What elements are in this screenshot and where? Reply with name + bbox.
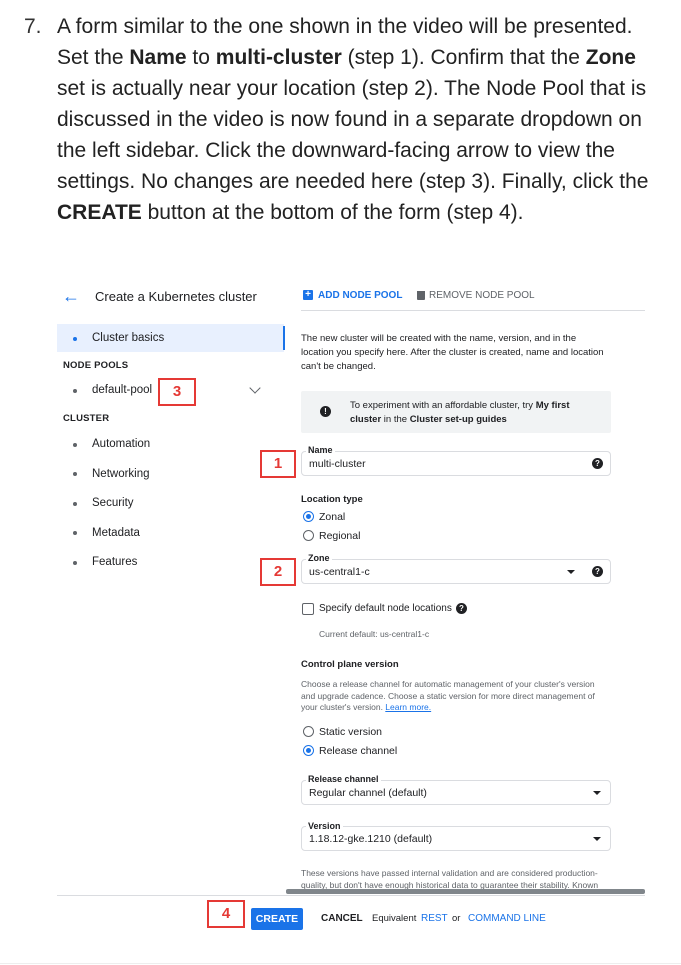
page-bottom-rule bbox=[0, 963, 681, 964]
release-channel-radio-label: Release channel bbox=[319, 745, 398, 757]
equivalent-label: Equivalent bbox=[372, 913, 417, 924]
cancel-button[interactable]: CANCEL bbox=[321, 913, 363, 924]
static-version-radio[interactable] bbox=[303, 726, 314, 737]
description-line: These versions have passed internal vali… bbox=[301, 868, 598, 878]
sidebar-item-default-pool[interactable]: default-pool bbox=[92, 384, 152, 396]
version-label: Version bbox=[306, 821, 343, 831]
step-3-callout: 3 bbox=[158, 378, 196, 406]
instruction-emphasis: Zone bbox=[585, 46, 636, 69]
info-text-part: To experiment with an affordable cluster… bbox=[350, 400, 536, 411]
bullet-icon bbox=[73, 561, 77, 565]
intro-line: location you specify here. After the clu… bbox=[301, 347, 604, 358]
trash-icon bbox=[417, 291, 425, 300]
step-number: 7. bbox=[24, 15, 42, 38]
dropdown-caret-icon[interactable] bbox=[593, 791, 601, 795]
location-type-label: Location type bbox=[301, 494, 363, 505]
gke-create-cluster-screenshot: ← Create a Kubernetes cluster + ADD NODE… bbox=[57, 282, 645, 942]
regional-radio[interactable] bbox=[303, 530, 314, 541]
page-title: Create a Kubernetes cluster bbox=[95, 289, 257, 304]
plus-box-icon: + bbox=[303, 290, 313, 300]
info-text-part: in the bbox=[381, 414, 410, 425]
bullet-icon bbox=[73, 389, 77, 393]
release-channel-radio[interactable] bbox=[303, 745, 314, 756]
info-text: To experiment with an affordable cluster… bbox=[350, 399, 570, 427]
info-icon: ! bbox=[320, 406, 331, 417]
step-4-callout: 4 bbox=[207, 900, 245, 928]
help-icon[interactable]: ? bbox=[592, 458, 603, 469]
control-plane-version-heading: Control plane version bbox=[301, 659, 399, 670]
dropdown-caret-icon[interactable] bbox=[567, 570, 575, 574]
instruction-text: (step 1). Confirm that the bbox=[341, 46, 586, 69]
instruction-emphasis: Name bbox=[129, 46, 187, 69]
zonal-radio[interactable] bbox=[303, 511, 314, 522]
bullet-icon bbox=[73, 502, 77, 506]
description-line: your cluster's version. bbox=[301, 702, 386, 712]
my-first-cluster-link[interactable]: My first bbox=[536, 400, 570, 411]
intro-line: can't be changed. bbox=[301, 361, 376, 372]
zone-label: Zone bbox=[306, 553, 332, 563]
header-divider bbox=[301, 310, 645, 311]
bullet-icon bbox=[73, 531, 77, 535]
command-line-link[interactable]: COMMAND LINE bbox=[468, 913, 546, 924]
version-value[interactable]: 1.18.12-gke.1210 (default) bbox=[309, 833, 432, 845]
intro-line: The new cluster will be created with the… bbox=[301, 333, 577, 344]
instruction-paragraph: A form similar to the one shown in the v… bbox=[57, 11, 657, 228]
step-2-callout: 2 bbox=[260, 558, 296, 586]
sidebar-item-metadata[interactable]: Metadata bbox=[92, 527, 140, 539]
help-icon[interactable]: ? bbox=[592, 566, 603, 577]
horizontal-scrollbar[interactable] bbox=[286, 889, 645, 894]
rest-link[interactable]: REST bbox=[421, 913, 448, 924]
active-indicator bbox=[283, 326, 285, 350]
create-button[interactable]: CREATE bbox=[251, 908, 303, 930]
name-input[interactable]: multi-cluster bbox=[309, 458, 366, 470]
step-1-callout: 1 bbox=[260, 450, 296, 478]
control-plane-description: Choose a release channel for automatic m… bbox=[301, 679, 595, 714]
learn-more-link[interactable]: Learn more. bbox=[385, 702, 431, 712]
instruction-emphasis: multi-cluster bbox=[215, 46, 342, 69]
specify-default-node-locations-checkbox[interactable] bbox=[302, 603, 314, 615]
back-arrow-icon[interactable]: ← bbox=[62, 286, 80, 307]
sidebar-item-features[interactable]: Features bbox=[92, 556, 137, 568]
sidebar-item-security[interactable]: Security bbox=[92, 497, 134, 509]
instruction-text: to bbox=[186, 46, 216, 69]
release-channel-label: Release channel bbox=[306, 774, 381, 784]
regional-label: Regional bbox=[319, 530, 361, 542]
bullet-icon bbox=[73, 337, 77, 341]
specify-default-node-locations-label: Specify default node locations bbox=[319, 603, 452, 614]
cluster-setup-guides-link[interactable]: Cluster set-up guides bbox=[410, 414, 507, 425]
description-line: and upgrade cadence. Choose a static ver… bbox=[301, 690, 595, 701]
zonal-label: Zonal bbox=[319, 511, 346, 523]
description-line: Choose a release channel for automatic m… bbox=[301, 679, 595, 689]
name-label: Name bbox=[306, 445, 335, 455]
node-pools-heading: NODE POOLS bbox=[63, 360, 129, 371]
current-default-text: Current default: us-central1-c bbox=[319, 629, 430, 639]
release-channel-value[interactable]: Regular channel (default) bbox=[309, 787, 427, 799]
dropdown-caret-icon[interactable] bbox=[593, 837, 601, 841]
add-node-pool-button[interactable]: ADD NODE POOL bbox=[318, 290, 402, 301]
bullet-icon bbox=[73, 472, 77, 476]
static-version-label: Static version bbox=[319, 726, 383, 738]
footer-divider bbox=[57, 895, 645, 896]
intro-text: The new cluster will be created with the… bbox=[301, 332, 604, 374]
sidebar-item-networking[interactable]: Networking bbox=[92, 468, 150, 480]
zone-value[interactable]: us-central1-c bbox=[309, 566, 370, 578]
remove-node-pool-button[interactable]: REMOVE NODE POOL bbox=[429, 290, 535, 301]
bullet-icon bbox=[73, 443, 77, 447]
sidebar-item-automation[interactable]: Automation bbox=[92, 438, 150, 450]
or-label: or bbox=[452, 913, 461, 924]
my-first-cluster-link[interactable]: cluster bbox=[350, 414, 381, 425]
instruction-text: set is actually near your location (step… bbox=[57, 77, 649, 193]
instruction-emphasis: CREATE bbox=[57, 201, 142, 224]
instruction-text: button at the bottom of the form (step 4… bbox=[141, 201, 524, 224]
cluster-heading: CLUSTER bbox=[63, 413, 110, 424]
sidebar-item-cluster-basics[interactable]: Cluster basics bbox=[92, 332, 164, 344]
help-icon[interactable]: ? bbox=[456, 603, 467, 614]
chevron-down-icon[interactable] bbox=[249, 382, 261, 394]
